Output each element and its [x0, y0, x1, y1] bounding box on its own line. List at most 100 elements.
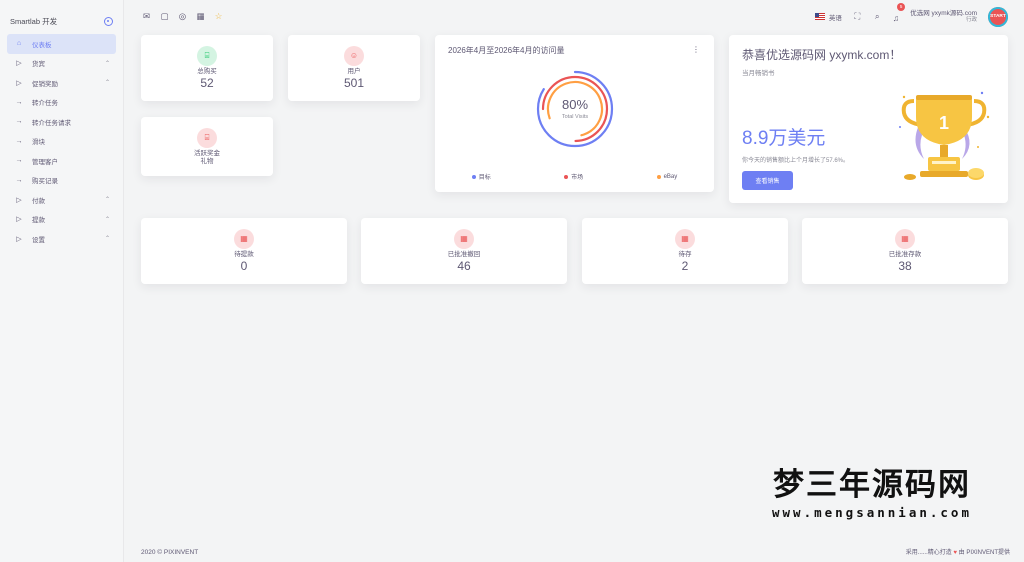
stat-label: 用户: [347, 67, 361, 75]
star-icon[interactable]: ☆: [214, 11, 223, 22]
radial-chart: 80% Total Visits: [535, 69, 615, 149]
sidebar-item-customers[interactable]: → 管理客户: [7, 151, 116, 171]
view-sales-button[interactable]: 查看销售: [742, 171, 793, 190]
user-icon: ☺: [344, 45, 364, 66]
watermark-text: 梦三年源码网: [773, 467, 971, 503]
legend-item-target: 目标: [471, 172, 491, 181]
avatar[interactable]: START: [988, 6, 1008, 27]
chat-icon[interactable]: ▢: [160, 11, 169, 22]
visits-card: 2026年4月至2026年4月的访问量 ⋮ 80% Total Visits 目…: [435, 35, 714, 192]
footer-credit: 采用......精心打造 ♥ 由 PIXINVENT提供: [906, 547, 1010, 556]
bag-icon: ⌸: [197, 127, 217, 148]
sidebar-nav: ⌂ 仪表板 ▷ 货宾 ⌃ ▷ 促销奖励 ⌃ → 转介任务 → 转介任务请求 → …: [0, 34, 123, 249]
play-icon: ▷: [16, 196, 22, 204]
sidebar-item-label: 转介任务请求: [32, 119, 71, 127]
sidebar-item-referral-tasks[interactable]: → 转介任务: [7, 93, 116, 113]
play-icon: ▷: [16, 216, 22, 224]
stat-card-users: ☺ 用户 501: [288, 35, 420, 101]
footer-copyright: 2020 © PIXINVENT: [141, 549, 199, 556]
fullscreen-icon[interactable]: ⛶: [853, 11, 862, 22]
stat-value: 38: [898, 259, 912, 274]
sales-description: 你今天的销售额比上个月增长了57.6%。: [742, 158, 850, 164]
sidebar-toggle-icon[interactable]: [104, 16, 113, 26]
top-right-controls: 英语 ⛶ ⌕ ♫ 5 优选网 yxymk源码.com 行政 START: [814, 2, 1008, 27]
calendar-icon: ▦: [675, 228, 695, 249]
stat-card-approved-deposits: ▦ 已批准存款 38: [802, 218, 1008, 284]
top-navbar: ✉ ▢ ◎ ▦ ☆ 英语 ⛶ ⌕ ♫ 5 优选网 yxymk源码.com 行政 …: [124, 0, 1024, 33]
watermark: 梦三年源码网 www.mengsannian.com: [750, 467, 994, 521]
congrats-subtitle: 当月畅销书: [742, 70, 775, 77]
us-flag-icon: [814, 13, 825, 20]
trophy-number: 1: [939, 113, 949, 133]
stat-card-pending-deposits: ▦ 待存 2: [582, 218, 788, 284]
chevron-up-icon: ⌃: [104, 216, 110, 223]
sidebar-item-sliders[interactable]: → 滑块: [7, 132, 116, 152]
trophy-icon: 1: [899, 91, 990, 180]
arrow-right-icon: →: [15, 137, 23, 145]
sidebar-item-purchases[interactable]: → 购买记录: [7, 171, 116, 191]
chevron-up-icon: ⌃: [104, 197, 110, 204]
stat-card-pending-withdrawals: ▦ 待提款 0: [141, 218, 347, 284]
stat-value: 2: [681, 259, 689, 274]
sidebar: Smartlab 开发 ⌂ 仪表板 ▷ 货宾 ⌃ ▷ 促销奖励 ⌃ → 转介任务…: [0, 0, 124, 562]
sidebar-item-promotions[interactable]: ▷ 促销奖励 ⌃: [7, 73, 116, 93]
quick-links: ✉ ▢ ◎ ▦ ☆: [142, 11, 223, 22]
notifications[interactable]: ♫ 5: [893, 2, 906, 26]
watermark-url: www.mengsannian.com: [772, 505, 972, 520]
play-icon: ▷: [16, 60, 22, 68]
calendar-icon: ▦: [454, 228, 474, 249]
stat-label: 活跃奖金: [194, 149, 220, 157]
mail-icon[interactable]: ✉: [142, 11, 151, 22]
sidebar-item-label: 转介任务: [32, 100, 58, 108]
chevron-up-icon: ⌃: [104, 236, 110, 243]
language-label: 英语: [828, 14, 842, 22]
sidebar-item-settings[interactable]: ▷ 设置 ⌃: [7, 229, 116, 249]
sidebar-item-referral-requests[interactable]: → 转介任务请求: [7, 112, 116, 132]
sidebar-item-label: 提款: [32, 217, 45, 225]
search-icon[interactable]: ⌕: [873, 11, 882, 22]
sidebar-item-withdrawals[interactable]: ▷ 提款 ⌃: [7, 210, 116, 230]
legend-item-ebay: eBay: [656, 172, 677, 181]
chevron-up-icon: ⌃: [104, 80, 110, 87]
stat-value: 501: [343, 76, 365, 91]
arrow-right-icon: →: [15, 98, 23, 106]
calendar-icon: ▦: [895, 228, 915, 249]
congratulations-card: 恭喜优选源码网 yxymk.com！ 当月畅销书 8.9万美元 你今天的销售额比…: [729, 35, 1008, 203]
sidebar-item-dashboard[interactable]: ⌂ 仪表板: [7, 34, 116, 54]
sidebar-item-label: 货宾: [32, 61, 45, 69]
stat-card-active-bonus: ⌸ 活跃奖金 礼物: [141, 117, 273, 176]
visits-legend: 目标 市场 eBay: [435, 172, 714, 181]
visits-subtitle: Total Visits: [561, 114, 589, 120]
arrow-right-icon: →: [15, 176, 23, 184]
stat-sublabel: 礼物: [200, 157, 214, 165]
visits-percent: 80%: [561, 97, 589, 112]
footer-credit-suffix: 由 PIXINVENT提供: [958, 550, 1010, 556]
sidebar-item-label: 仪表板: [32, 41, 52, 49]
bag-icon: ⌸: [197, 45, 217, 66]
arrow-right-icon: →: [15, 157, 23, 165]
legend-item-market: 市场: [564, 172, 583, 181]
sales-amount: 8.9万美元: [742, 128, 826, 149]
sidebar-item-label: 滑块: [32, 139, 45, 147]
stat-card-total-purchases: ⌸ 总购买 52: [141, 35, 273, 101]
play-icon: ▷: [16, 79, 22, 87]
sidebar-item-products[interactable]: ▷ 货宾 ⌃: [7, 54, 116, 74]
stat-label: 待提款: [234, 250, 254, 258]
calendar-icon[interactable]: ▦: [196, 11, 205, 22]
sidebar-item-payments[interactable]: ▷ 付款 ⌃: [7, 190, 116, 210]
user-info[interactable]: 优选网 yxymk源码.com 行政: [910, 10, 977, 24]
more-vertical-icon[interactable]: ⋮: [692, 45, 700, 54]
sidebar-item-label: 促销奖励: [32, 80, 58, 88]
language-dropdown[interactable]: 英语: [814, 12, 842, 22]
footer-credit-prefix: 采用......精心打造: [905, 550, 952, 556]
user-role: 行政: [965, 17, 977, 24]
stat-label: 待存: [678, 250, 692, 258]
check-circle-icon[interactable]: ◎: [178, 11, 187, 22]
user-name: 优选网 yxymk源码.com: [910, 9, 977, 17]
sidebar-item-label: 设置: [32, 236, 45, 244]
calendar-icon: ▦: [234, 228, 254, 249]
stat-label: 已批准存款: [888, 250, 922, 258]
brand-name[interactable]: Smartlab 开发: [10, 16, 57, 27]
brand: Smartlab 开发: [0, 0, 123, 30]
sidebar-item-label: 管理客户: [32, 158, 58, 166]
